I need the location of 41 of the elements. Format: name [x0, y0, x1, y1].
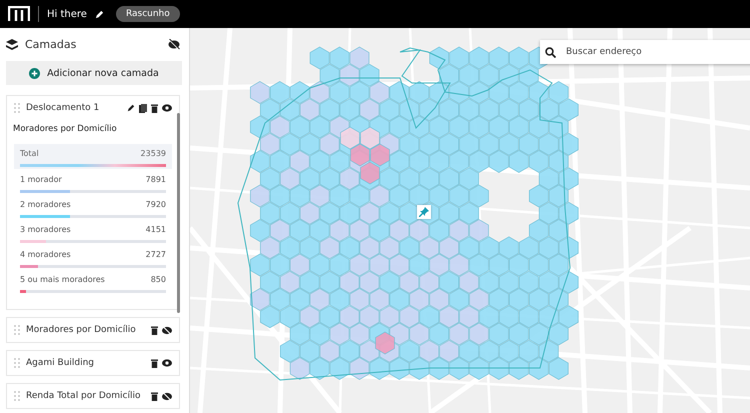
- legend-value: 23539: [140, 149, 166, 158]
- layers-icon: [6, 39, 18, 50]
- legend-label: 3 moradores: [20, 225, 71, 234]
- legend-value: 7920: [146, 200, 166, 209]
- status-badge: Rascunho: [116, 6, 180, 22]
- trash-icon[interactable]: [151, 326, 158, 334]
- pencil-icon[interactable]: [94, 10, 104, 18]
- eye-icon[interactable]: [162, 359, 172, 367]
- legend-label: 5 ou mais moradores: [20, 275, 105, 284]
- drag-handle-icon[interactable]: [14, 391, 20, 401]
- copy-icon[interactable]: [139, 104, 147, 112]
- trash-icon[interactable]: [151, 358, 158, 368]
- drag-handle-icon[interactable]: [14, 358, 20, 368]
- pencil-icon[interactable]: [127, 104, 135, 112]
- scrollbar[interactable]: [177, 113, 180, 313]
- pin-marker[interactable]: [417, 205, 431, 219]
- legend-label: 1 morador: [20, 175, 62, 184]
- legend-value: 7891: [146, 175, 166, 184]
- legend-value: 850: [150, 275, 166, 284]
- eye-slash-icon[interactable]: [168, 39, 180, 50]
- sidebar-title: Camadas: [25, 38, 76, 51]
- trash-icon[interactable]: [151, 392, 158, 400]
- layer-name[interactable]: Renda Total por Domicílio: [26, 391, 140, 401]
- layer-subtitle: Moradores por Domicílio: [13, 124, 118, 134]
- drag-handle-icon[interactable]: [14, 325, 20, 335]
- add-layer-button[interactable]: Adicionar nova camada: [6, 61, 182, 85]
- legend-label: Total: [20, 149, 39, 158]
- search-field[interactable]: Buscar endereço: [540, 40, 750, 64]
- plus-icon: [29, 68, 40, 78]
- layer-name[interactable]: Moradores por Domicílio: [26, 325, 136, 335]
- layer-name[interactable]: Deslocamento 1: [26, 103, 100, 113]
- logo-icon: [8, 6, 30, 22]
- drag-handle-icon[interactable]: [14, 103, 20, 113]
- eye-icon[interactable]: [162, 104, 172, 112]
- legend-label: 2 moradores: [20, 200, 71, 209]
- trash-icon[interactable]: [151, 104, 158, 112]
- legend-label: 4 moradores: [20, 250, 71, 259]
- legend-value: 4151: [146, 225, 166, 234]
- legend-value: 2727: [146, 250, 166, 259]
- project-title: Hi there: [47, 8, 87, 20]
- layer-name[interactable]: Agami Building: [26, 358, 94, 368]
